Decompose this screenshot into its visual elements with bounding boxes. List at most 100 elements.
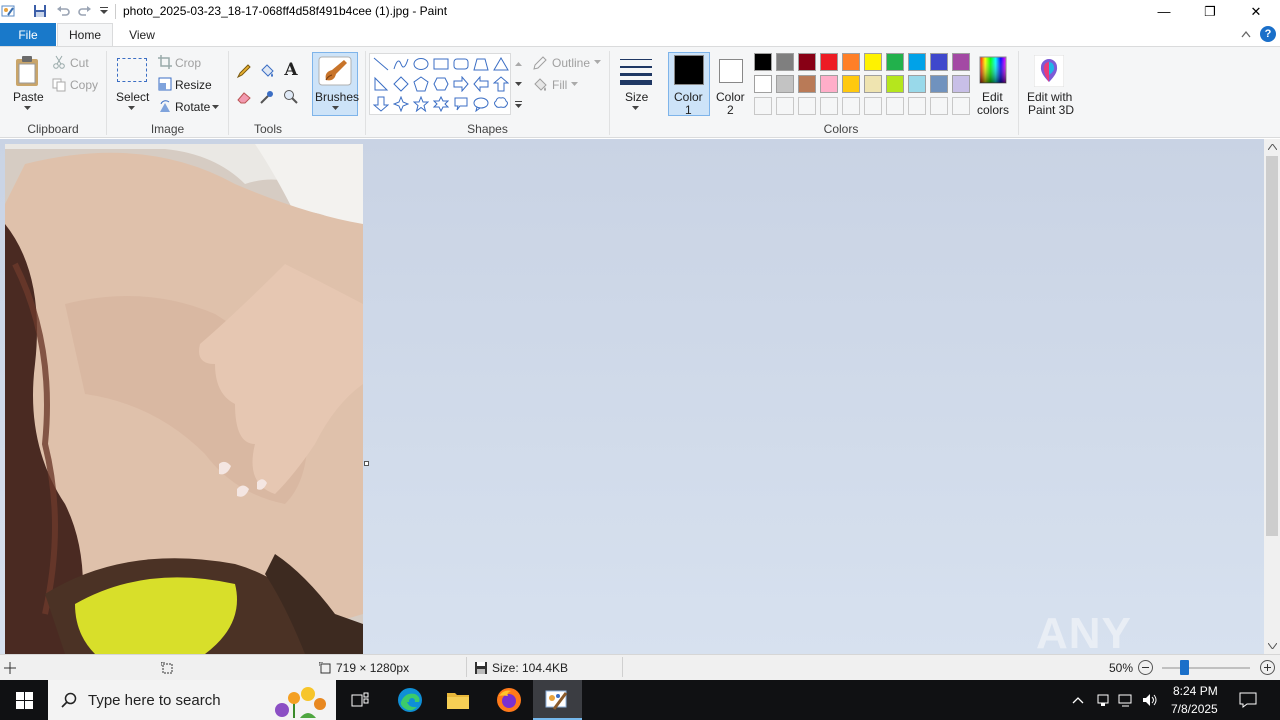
six-point-star-shape-icon[interactable] [432, 95, 450, 113]
resize-icon[interactable] [158, 77, 172, 91]
volume-icon[interactable] [1142, 692, 1158, 708]
rounded-callout-shape-icon[interactable] [452, 95, 470, 113]
copy-icon[interactable] [52, 78, 66, 92]
paint-taskbar-button[interactable] [533, 680, 582, 720]
triangle-shape-icon[interactable] [492, 55, 510, 73]
right-triangle-shape-icon[interactable] [372, 75, 390, 93]
windows-start-icon[interactable] [0, 680, 48, 720]
edge-browser-icon[interactable] [386, 680, 434, 720]
cut-label[interactable]: Cut [70, 56, 89, 70]
rotate-icon[interactable] [158, 99, 172, 113]
oval-shape-icon[interactable] [412, 55, 430, 73]
color2-swatch[interactable] [719, 59, 743, 83]
palette-swatch[interactable] [864, 53, 882, 71]
select-icon[interactable] [117, 58, 147, 82]
fill-dropdown-icon[interactable] [571, 81, 578, 86]
paint3d-icon[interactable] [1034, 55, 1064, 87]
fill-label[interactable]: Fill [552, 78, 567, 92]
canvas-resize-handle[interactable] [364, 461, 369, 466]
restore-button[interactable]: ❐ [1187, 0, 1233, 23]
zoom-out-icon[interactable] [1138, 660, 1153, 675]
paint3d-label-2[interactable]: Paint 3D [1028, 103, 1074, 117]
cloud-callout-shape-icon[interactable] [492, 95, 510, 113]
palette-swatch[interactable] [754, 53, 772, 71]
magnifier-icon[interactable] [283, 89, 299, 105]
custom-color-slot[interactable] [908, 97, 926, 115]
color1-label[interactable]: Color [674, 90, 703, 104]
redo-icon[interactable] [77, 3, 93, 19]
size-icon[interactable] [618, 55, 654, 87]
rotate-label[interactable]: Rotate [175, 100, 210, 114]
palette-swatch[interactable] [754, 75, 772, 93]
show-hidden-icons-icon[interactable] [1070, 692, 1086, 708]
palette-swatch[interactable] [776, 75, 794, 93]
file-explorer-icon[interactable] [434, 680, 482, 720]
custom-color-slot[interactable] [930, 97, 948, 115]
zoom-slider-track[interactable] [1162, 667, 1250, 669]
paint-app-icon[interactable] [0, 3, 16, 19]
palette-swatch[interactable] [798, 75, 816, 93]
rectangle-shape-icon[interactable] [432, 55, 450, 73]
hexagon-shape-icon[interactable] [432, 75, 450, 93]
eraser-icon[interactable] [236, 89, 252, 105]
crop-label[interactable]: Crop [175, 56, 201, 70]
edit-colors-label[interactable]: Edit [982, 90, 1003, 104]
vertical-scrollbar[interactable] [1264, 139, 1280, 654]
edit-colors-icon[interactable] [978, 55, 1008, 85]
shapes-more-icon[interactable] [513, 97, 523, 111]
palette-swatch[interactable] [820, 75, 838, 93]
size-dropdown-icon[interactable] [630, 105, 640, 111]
line-shape-icon[interactable] [372, 55, 390, 73]
device-icon[interactable] [1095, 692, 1111, 708]
crop-icon[interactable] [158, 55, 172, 69]
edit-colors-label-2[interactable]: colors [977, 103, 1009, 117]
tab-file[interactable]: File [0, 23, 56, 46]
diamond-shape-icon[interactable] [392, 75, 410, 93]
shapes-scroll-up-icon[interactable] [513, 57, 523, 71]
notifications-icon[interactable] [1238, 690, 1258, 710]
fill-icon[interactable] [532, 77, 548, 93]
curve-shape-icon[interactable] [392, 55, 410, 73]
down-arrow-shape-icon[interactable] [372, 95, 390, 113]
custom-color-slot[interactable] [776, 97, 794, 115]
clock-time[interactable]: 8:24 PM [1173, 684, 1218, 698]
palette-swatch[interactable] [864, 75, 882, 93]
zoom-in-icon[interactable] [1260, 660, 1275, 675]
text-tool-icon[interactable]: A [283, 60, 299, 80]
clock-date[interactable]: 7/8/2025 [1171, 702, 1218, 716]
scroll-up-arrow-icon[interactable] [1267, 142, 1277, 152]
custom-color-slot[interactable] [864, 97, 882, 115]
custom-color-slot[interactable] [798, 97, 816, 115]
firefox-icon[interactable] [485, 680, 533, 720]
polygon-shape-icon[interactable] [472, 55, 490, 73]
palette-swatch[interactable] [776, 53, 794, 71]
outline-icon[interactable] [532, 55, 548, 71]
cut-icon[interactable] [52, 55, 66, 69]
palette-swatch[interactable] [798, 53, 816, 71]
select-dropdown-icon[interactable] [126, 105, 136, 111]
custom-color-slot[interactable] [820, 97, 838, 115]
custom-color-slot[interactable] [754, 97, 772, 115]
custom-color-slot[interactable] [842, 97, 860, 115]
palette-swatch[interactable] [930, 53, 948, 71]
palette-swatch[interactable] [930, 75, 948, 93]
palette-swatch[interactable] [886, 53, 904, 71]
shapes-scroll-down-icon[interactable] [513, 77, 523, 91]
search-highlight-flowers-icon[interactable] [264, 682, 334, 718]
palette-swatch[interactable] [842, 53, 860, 71]
undo-icon[interactable] [55, 3, 71, 19]
collapse-ribbon-icon[interactable] [1239, 27, 1253, 41]
palette-swatch[interactable] [886, 75, 904, 93]
pencil-icon[interactable] [236, 63, 252, 79]
rounded-rectangle-shape-icon[interactable] [452, 55, 470, 73]
save-icon[interactable] [32, 3, 48, 19]
paste-label[interactable]: Paste [13, 90, 44, 104]
network-icon[interactable] [1118, 692, 1134, 708]
right-arrow-shape-icon[interactable] [452, 75, 470, 93]
palette-swatch[interactable] [820, 53, 838, 71]
tab-view[interactable]: View [117, 23, 167, 46]
vertical-scroll-thumb[interactable] [1266, 156, 1278, 536]
custom-color-slot[interactable] [886, 97, 904, 115]
left-arrow-shape-icon[interactable] [472, 75, 490, 93]
color1-number[interactable]: 1 [685, 103, 692, 117]
